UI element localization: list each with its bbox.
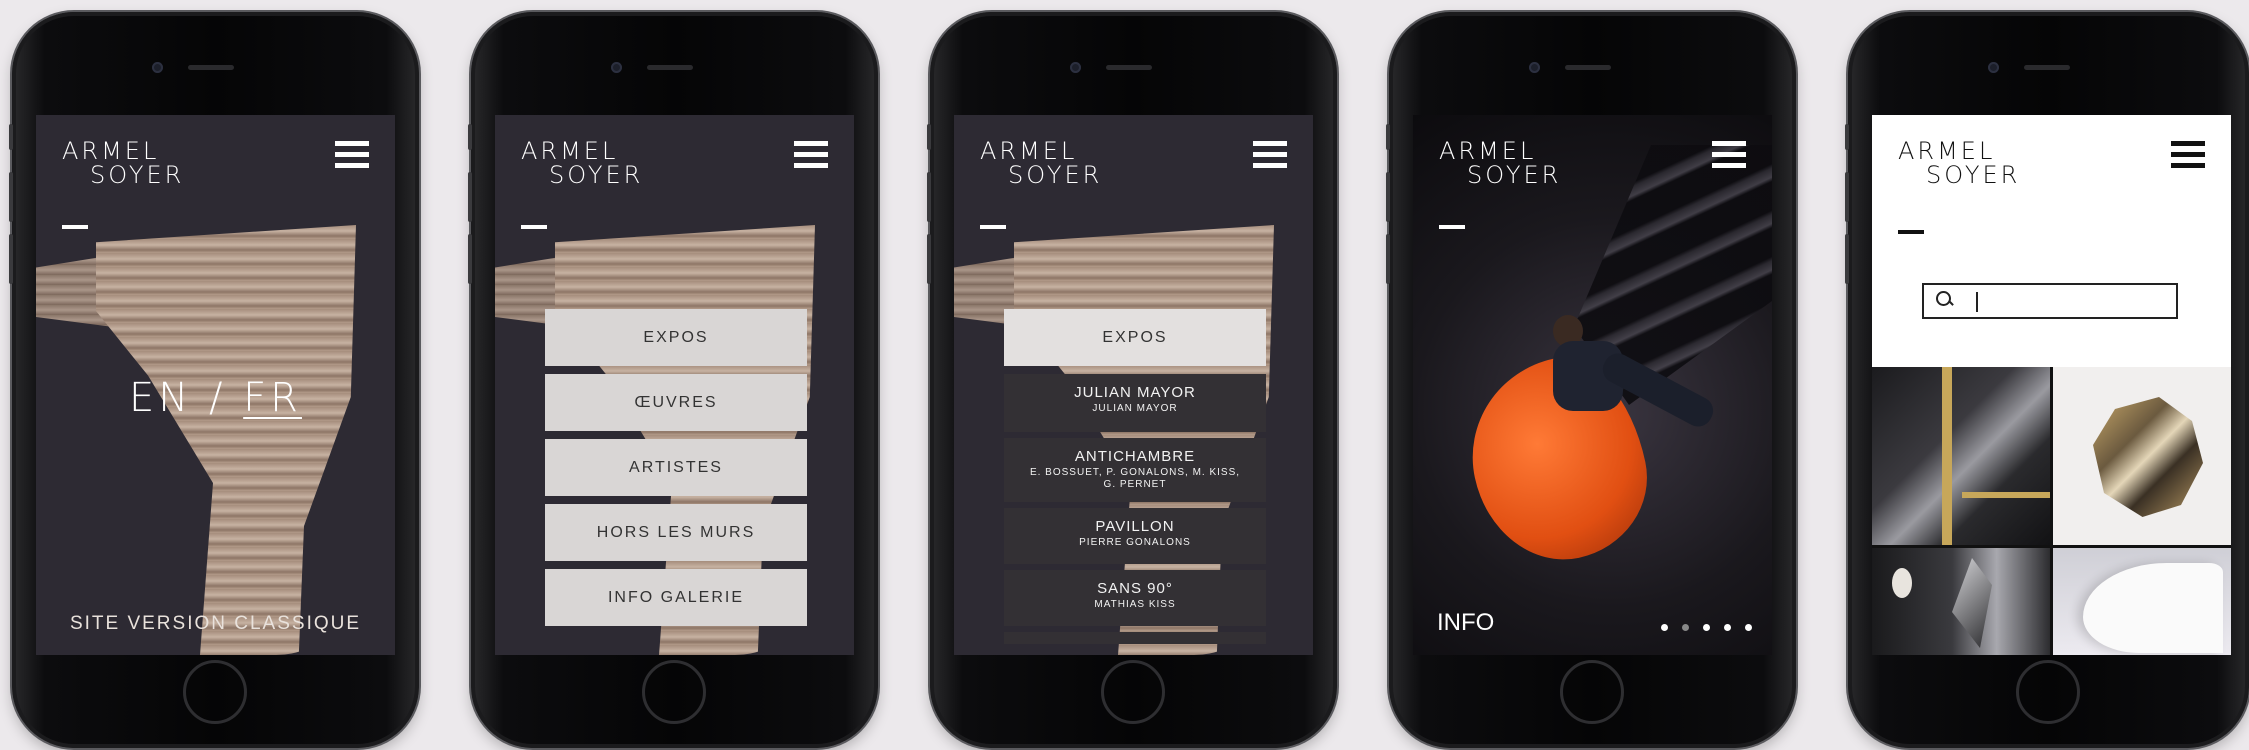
expo-entry[interactable]: SANS 90° MATHIAS KISS [1004,570,1266,626]
screen: ARMEL SOYER EN / FR SITE VERSION CLASSIQU… [36,115,395,655]
front-camera [152,62,163,73]
submenu-header-expos[interactable]: EXPOS [1004,309,1266,366]
menu-item-expos[interactable]: EXPOS [545,309,807,366]
armel-soyer-logo[interactable]: ARMEL SOYER [62,137,202,199]
expo-title: PAVILLON [1095,518,1175,535]
phone-5: ARMEL SOYER [1845,12,2249,748]
screen: ARMEL SOYER INFO [1413,115,1772,655]
expo-entry[interactable]: PAVILLON PIERRE GONALONS [1004,508,1266,564]
divider-dash [62,225,88,229]
mute-switch [1386,124,1390,150]
carousel-dot[interactable] [1745,624,1752,631]
search-input[interactable] [1922,283,2178,319]
menu-item-info-galerie[interactable]: INFO GALERIE [545,569,807,626]
menu-item-artistes[interactable]: ARTISTES [545,439,807,496]
hamburger-menu-icon[interactable] [794,141,828,169]
volume-up [1845,172,1849,222]
mute-switch [468,124,472,150]
expo-title: JULIAN MAYOR [1074,384,1196,401]
phone-2: ARMEL SOYER EXPOS ŒUVRES ARTISTES HORS LE… [468,12,878,748]
mute-switch [1845,124,1849,150]
expos-submenu: EXPOS JULIAN MAYOR JULIAN MAYOR ANTICHAM… [1004,309,1266,650]
front-camera [611,62,622,73]
carousel-dot[interactable] [1703,624,1710,631]
carousel-dot[interactable] [1724,624,1731,631]
volume-down [468,234,472,284]
armel-soyer-logo[interactable]: ARMEL SOYER [980,137,1120,199]
screen: ARMEL SOYER [1872,115,2231,655]
home-button[interactable] [2016,660,2080,724]
carousel-dot-active[interactable] [1682,624,1689,631]
hamburger-menu-icon[interactable] [1712,141,1746,169]
volume-down [9,234,13,284]
armel-soyer-logo[interactable]: ARMEL SOYER [521,137,661,199]
home-button[interactable] [183,660,247,724]
expo-subtitle: JULIAN MAYOR [1092,403,1178,414]
front-camera [1988,62,1999,73]
hamburger-menu-icon[interactable] [1253,141,1287,169]
lang-fr-link[interactable]: FR [243,375,302,421]
main-menu: EXPOS ŒUVRES ARTISTES HORS LES MURS INFO… [545,309,807,634]
earpiece [647,65,693,70]
carousel-dots [1661,624,1752,631]
armel-soyer-logo[interactable]: ARMEL SOYER [1439,137,1579,199]
menu-item-oeuvres[interactable]: ŒUVRES [545,374,807,431]
gallery-tile-lamps[interactable] [1872,548,2050,655]
expo-title: SANS 90° [1097,580,1173,597]
volume-down [1386,234,1390,284]
home-button[interactable] [642,660,706,724]
lang-en-link[interactable]: EN [129,375,192,421]
mockup-stage: ARMEL SOYER EN / FR SITE VERSION CLASSIQU… [0,0,2249,750]
divider-dash [980,225,1006,229]
expo-entry[interactable]: JULIAN MAYOR JULIAN MAYOR [1004,374,1266,432]
expo-entry-partial[interactable] [1004,632,1266,644]
expo-title: ANTICHAMBRE [1074,448,1196,465]
screen: ARMEL SOYER EXPOS ŒUVRES ARTISTES HORS LE… [495,115,854,655]
classic-site-link[interactable]: SITE VERSION CLASSIQUE [36,613,395,635]
expo-subtitle: MATHIAS KISS [1094,599,1176,610]
sculpture-image [36,225,366,655]
volume-down [1845,234,1849,284]
earpiece [188,65,234,70]
volume-up [1386,172,1390,222]
home-button[interactable] [1560,660,1624,724]
mute-switch [9,124,13,150]
text-caret [1976,292,1978,312]
volume-up [927,172,931,222]
earpiece [1565,65,1611,70]
divider-dash [1439,225,1465,229]
hamburger-menu-icon[interactable] [335,141,369,169]
phone-1: ARMEL SOYER EN / FR SITE VERSION CLASSIQU… [9,12,419,748]
home-button[interactable] [1101,660,1165,724]
mute-switch [927,124,931,150]
carousel-dot[interactable] [1661,624,1668,631]
divider-dash [521,225,547,229]
front-camera [1529,62,1540,73]
earpiece [1106,65,1152,70]
front-camera [1070,62,1081,73]
info-label[interactable]: INFO [1437,609,1494,637]
hamburger-menu-icon[interactable] [2171,141,2205,169]
lang-separator: / [208,375,227,421]
divider-dash [1898,230,1924,234]
language-switcher: EN / FR [36,375,395,421]
menu-item-hors-les-murs[interactable]: HORS LES MURS [545,504,807,561]
expo-entry[interactable]: ANTICHAMBRE E. BOSSUET, P. GONALONS, M. … [1004,438,1266,502]
armel-soyer-logo[interactable]: ARMEL SOYER [1898,137,2038,199]
phone-3: ARMEL SOYER EXPOS JULIAN MAYOR JULIAN MAY… [927,12,1337,748]
expo-subtitle: E. BOSSUET, P. GONALONS, M. KISS, G. PER… [1029,467,1241,490]
gallery-tile-mirror-sculpture[interactable] [2053,367,2231,545]
volume-up [9,172,13,222]
expo-subtitle: PIERRE GONALONS [1079,537,1191,548]
seated-man-image [1543,315,1719,465]
search-icon [1936,291,1952,307]
screen: ARMEL SOYER EXPOS JULIAN MAYOR JULIAN MAY… [954,115,1313,655]
gallery-tile-interior[interactable] [1872,367,2050,545]
phone-4: ARMEL SOYER INFO [1386,12,1796,748]
gallery-tile-white-sculpture[interactable] [2053,548,2231,655]
volume-down [927,234,931,284]
earpiece [2024,65,2070,70]
volume-up [468,172,472,222]
